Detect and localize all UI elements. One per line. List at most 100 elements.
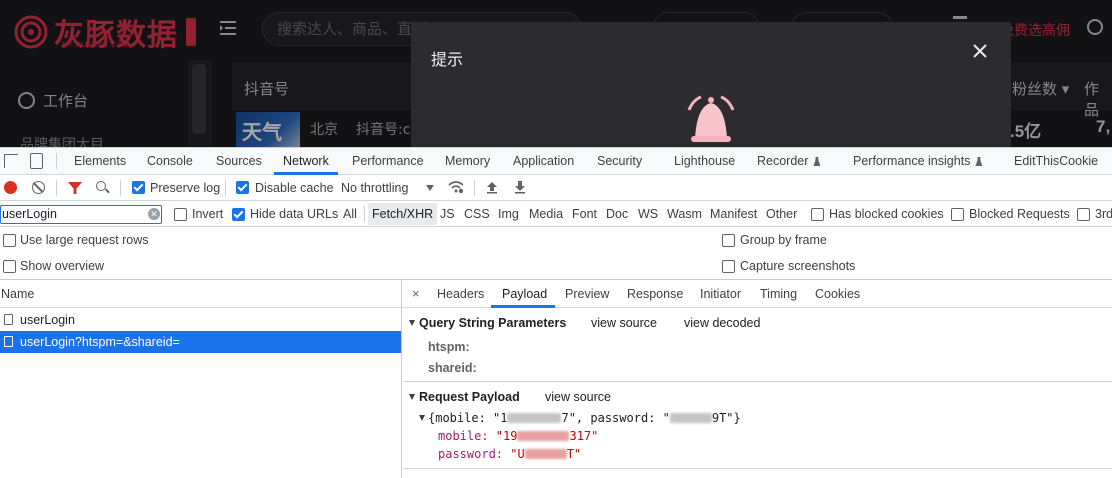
query-string-section-toggle[interactable]: Query String Parameters: [409, 316, 566, 330]
request-row[interactable]: userLogin: [0, 309, 401, 331]
request-row-selected[interactable]: userLogin?htspm=&shareid=: [0, 331, 401, 353]
tab-elements[interactable]: Elements: [74, 154, 126, 168]
clear-icon[interactable]: [32, 181, 45, 194]
settings-row-2: Show overview Capture screenshots: [0, 253, 1112, 279]
divider: [225, 180, 226, 196]
document-icon: [4, 336, 13, 347]
tab-lighthouse[interactable]: Lighthouse: [674, 154, 735, 168]
type-fetch-xhr[interactable]: Fetch/XHR: [368, 203, 438, 225]
tab-headers[interactable]: Headers: [437, 287, 484, 301]
alert-modal: 提示: [411, 22, 1011, 147]
type-doc[interactable]: Doc: [606, 207, 628, 221]
type-other[interactable]: Other: [766, 207, 797, 221]
tab-application[interactable]: Application: [513, 154, 574, 168]
record-button[interactable]: [4, 181, 17, 194]
network-conditions-icon[interactable]: [448, 180, 464, 194]
tab-network[interactable]: Network: [283, 154, 329, 168]
payload-mobile: mobile: "19 317": [438, 429, 599, 443]
close-icon[interactable]: [969, 40, 991, 62]
tab-cookies[interactable]: Cookies: [815, 287, 860, 301]
throttling-select[interactable]: No throttling: [341, 181, 408, 195]
type-media[interactable]: Media: [529, 207, 563, 221]
document-icon: [4, 314, 13, 325]
filter-input[interactable]: userLogin: [0, 205, 162, 224]
column-name-header[interactable]: Name: [0, 280, 401, 308]
invert-label: Invert: [192, 207, 224, 221]
large-rows-checkbox[interactable]: [3, 234, 16, 247]
type-font[interactable]: Font: [572, 207, 597, 221]
view-decoded-link[interactable]: view decoded: [684, 316, 760, 330]
view-source-link[interactable]: view source: [591, 316, 657, 330]
disable-cache-label: Disable cache: [255, 181, 334, 195]
group-by-frame-checkbox[interactable]: [722, 234, 735, 247]
tab-console[interactable]: Console: [147, 154, 193, 168]
redacted-mobile: [507, 413, 562, 423]
experimental-flask-icon: [813, 157, 821, 166]
type-all[interactable]: All: [343, 207, 357, 221]
has-blocked-cookies-checkbox[interactable]: [811, 208, 824, 221]
import-har-icon[interactable]: [486, 180, 498, 194]
payload-password: password: "U T": [438, 447, 582, 461]
export-har-icon[interactable]: [514, 180, 526, 194]
bell-icon: [687, 95, 735, 142]
website-background: 灰豚数据 DY.HUITUN.COM 搜索达人、商品、直播 推 免费选高佣 工作…: [0, 0, 1112, 147]
preserve-log-label: Preserve log: [150, 181, 221, 195]
redacted-mobile: [517, 431, 570, 441]
redacted-password: [669, 413, 712, 423]
chevron-down-icon[interactable]: [426, 185, 434, 191]
divider: [403, 381, 1112, 382]
tab-performance-insights[interactable]: Performance insights: [853, 154, 983, 168]
clear-filter-icon[interactable]: ✕: [148, 208, 160, 220]
tab-timing[interactable]: Timing: [760, 287, 797, 301]
detail-tabbar: × Headers Payload Preview Response Initi…: [403, 280, 1112, 308]
param-shareid: shareid:: [428, 361, 477, 375]
tab-recorder[interactable]: Recorder: [757, 154, 821, 168]
group-by-frame-label: Group by frame: [740, 233, 827, 247]
blocked-requests-checkbox[interactable]: [951, 208, 964, 221]
capture-screenshots-checkbox[interactable]: [722, 260, 735, 273]
blocked-requests-label: Blocked Requests: [969, 207, 1070, 221]
network-filter-bar: userLogin ✕ Invert Hide data URLs All Fe…: [0, 201, 1112, 227]
has-blocked-cookies-label: Has blocked cookies: [829, 207, 944, 221]
third-party-label: 3rd: [1095, 207, 1112, 221]
settings-row-1: Use large request rows Group by frame: [0, 227, 1112, 253]
filter-icon[interactable]: [68, 182, 82, 194]
tab-sources[interactable]: Sources: [216, 154, 262, 168]
close-icon[interactable]: ×: [412, 286, 420, 301]
tab-memory[interactable]: Memory: [445, 154, 490, 168]
disable-cache-checkbox[interactable]: [236, 181, 249, 194]
inspect-element-icon[interactable]: [4, 154, 18, 168]
divider: [120, 180, 121, 196]
tab-performance[interactable]: Performance: [352, 154, 424, 168]
triangle-down-icon: [419, 415, 425, 421]
invert-checkbox[interactable]: [174, 208, 187, 221]
tab-initiator[interactable]: Initiator: [700, 287, 741, 301]
type-ws[interactable]: WS: [638, 207, 658, 221]
experimental-flask-icon: [975, 157, 983, 166]
payload-summary[interactable]: {mobile: "1 7", password: " 9T"}: [419, 411, 741, 425]
devtools-panel: Elements Console Sources Network Perform…: [0, 147, 1112, 478]
tab-payload[interactable]: Payload: [502, 287, 547, 301]
preserve-log-checkbox[interactable]: [132, 181, 145, 194]
tab-security[interactable]: Security: [597, 154, 642, 168]
tab-response[interactable]: Response: [627, 287, 683, 301]
type-img[interactable]: Img: [498, 207, 519, 221]
type-wasm[interactable]: Wasm: [667, 207, 702, 221]
device-toolbar-icon[interactable]: [30, 153, 43, 169]
request-name: userLogin?htspm=&shareid=: [20, 335, 180, 349]
divider: [56, 153, 57, 169]
search-icon[interactable]: [96, 181, 106, 191]
payload-view-source-link[interactable]: view source: [545, 390, 611, 404]
type-css[interactable]: CSS: [464, 207, 490, 221]
active-tab-indicator: [491, 305, 555, 308]
hide-data-urls-checkbox[interactable]: [232, 208, 245, 221]
third-party-checkbox[interactable]: [1077, 208, 1090, 221]
type-manifest[interactable]: Manifest: [710, 207, 757, 221]
show-overview-checkbox[interactable]: [3, 260, 16, 273]
type-js[interactable]: JS: [440, 207, 455, 221]
divider: [56, 180, 57, 196]
request-payload-section-toggle[interactable]: Request Payload: [409, 390, 520, 404]
tab-editthiscookie[interactable]: EditThisCookie: [1014, 154, 1098, 168]
tab-preview[interactable]: Preview: [565, 287, 609, 301]
triangle-down-icon: [409, 320, 415, 326]
